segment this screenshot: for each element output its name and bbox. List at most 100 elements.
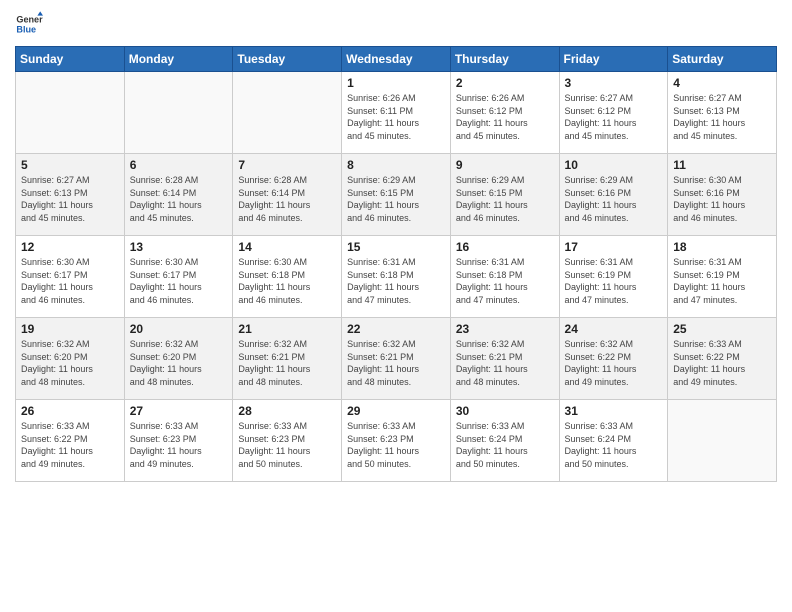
day-info: Sunrise: 6:33 AM Sunset: 6:22 PM Dayligh… — [21, 420, 119, 470]
day-info: Sunrise: 6:28 AM Sunset: 6:14 PM Dayligh… — [238, 174, 336, 224]
calendar-cell: 2 Sunrise: 6:26 AM Sunset: 6:12 PM Daylig… — [450, 72, 559, 154]
page: General Blue SundayMondayTuesdayWednesda… — [0, 0, 792, 612]
calendar-cell: 12 Sunrise: 6:30 AM Sunset: 6:17 PM Dayli… — [16, 236, 125, 318]
weekday-header-saturday: Saturday — [668, 47, 777, 72]
calendar-cell: 20 Sunrise: 6:32 AM Sunset: 6:20 PM Dayli… — [124, 318, 233, 400]
weekday-header-tuesday: Tuesday — [233, 47, 342, 72]
calendar-cell: 5 Sunrise: 6:27 AM Sunset: 6:13 PM Daylig… — [16, 154, 125, 236]
calendar-cell — [233, 72, 342, 154]
day-info: Sunrise: 6:32 AM Sunset: 6:21 PM Dayligh… — [456, 338, 554, 388]
calendar-cell: 9 Sunrise: 6:29 AM Sunset: 6:15 PM Daylig… — [450, 154, 559, 236]
day-number: 26 — [21, 404, 119, 418]
day-number: 17 — [565, 240, 663, 254]
calendar-cell: 26 Sunrise: 6:33 AM Sunset: 6:22 PM Dayli… — [16, 400, 125, 482]
calendar-cell: 30 Sunrise: 6:33 AM Sunset: 6:24 PM Dayli… — [450, 400, 559, 482]
day-number: 9 — [456, 158, 554, 172]
day-info: Sunrise: 6:33 AM Sunset: 6:23 PM Dayligh… — [130, 420, 228, 470]
day-number: 22 — [347, 322, 445, 336]
day-info: Sunrise: 6:33 AM Sunset: 6:24 PM Dayligh… — [565, 420, 663, 470]
day-info: Sunrise: 6:31 AM Sunset: 6:19 PM Dayligh… — [565, 256, 663, 306]
calendar-cell: 18Sunrise: 6:31 AM Sunset: 6:19 PM Dayli… — [668, 236, 777, 318]
day-number: 10 — [565, 158, 663, 172]
weekday-header-thursday: Thursday — [450, 47, 559, 72]
header: General Blue — [15, 10, 777, 38]
calendar-cell — [16, 72, 125, 154]
day-number: 30 — [456, 404, 554, 418]
day-number: 4 — [673, 76, 771, 90]
weekday-header-sunday: Sunday — [16, 47, 125, 72]
day-number: 31 — [565, 404, 663, 418]
day-info: Sunrise: 6:26 AM Sunset: 6:12 PM Dayligh… — [456, 92, 554, 142]
day-info: Sunrise: 6:31 AM Sunset: 6:18 PM Dayligh… — [456, 256, 554, 306]
day-info: Sunrise: 6:30 AM Sunset: 6:17 PM Dayligh… — [21, 256, 119, 306]
day-number: 12 — [21, 240, 119, 254]
day-info: Sunrise: 6:30 AM Sunset: 6:16 PM Dayligh… — [673, 174, 771, 224]
generalblue-logo-icon: General Blue — [15, 10, 43, 38]
day-info: Sunrise: 6:33 AM Sunset: 6:23 PM Dayligh… — [238, 420, 336, 470]
calendar-cell — [668, 400, 777, 482]
calendar-cell: 7Sunrise: 6:28 AM Sunset: 6:14 PM Daylig… — [233, 154, 342, 236]
calendar-cell: 23 Sunrise: 6:32 AM Sunset: 6:21 PM Dayli… — [450, 318, 559, 400]
calendar-table: SundayMondayTuesdayWednesdayThursdayFrid… — [15, 46, 777, 482]
day-number: 3 — [565, 76, 663, 90]
calendar-cell: 21Sunrise: 6:32 AM Sunset: 6:21 PM Dayli… — [233, 318, 342, 400]
day-info: Sunrise: 6:32 AM Sunset: 6:20 PM Dayligh… — [130, 338, 228, 388]
day-number: 2 — [456, 76, 554, 90]
day-number: 8 — [347, 158, 445, 172]
day-info: Sunrise: 6:29 AM Sunset: 6:16 PM Dayligh… — [565, 174, 663, 224]
calendar-cell: 15Sunrise: 6:31 AM Sunset: 6:18 PM Dayli… — [342, 236, 451, 318]
weekday-header-row: SundayMondayTuesdayWednesdayThursdayFrid… — [16, 47, 777, 72]
calendar-cell: 22 Sunrise: 6:32 AM Sunset: 6:21 PM Dayli… — [342, 318, 451, 400]
day-number: 16 — [456, 240, 554, 254]
calendar-cell: 28 Sunrise: 6:33 AM Sunset: 6:23 PM Dayli… — [233, 400, 342, 482]
day-number: 20 — [130, 322, 228, 336]
day-number: 28 — [238, 404, 336, 418]
day-number: 13 — [130, 240, 228, 254]
day-info: Sunrise: 6:33 AM Sunset: 6:22 PM Dayligh… — [673, 338, 771, 388]
day-info: Sunrise: 6:26 AM Sunset: 6:11 PM Dayligh… — [347, 92, 445, 142]
week-row-3: 12 Sunrise: 6:30 AM Sunset: 6:17 PM Dayli… — [16, 236, 777, 318]
week-row-2: 5 Sunrise: 6:27 AM Sunset: 6:13 PM Daylig… — [16, 154, 777, 236]
day-info: Sunrise: 6:32 AM Sunset: 6:22 PM Dayligh… — [565, 338, 663, 388]
day-number: 5 — [21, 158, 119, 172]
day-number: 24 — [565, 322, 663, 336]
day-info: Sunrise: 6:31 AM Sunset: 6:19 PM Dayligh… — [673, 256, 771, 306]
calendar-cell: 10 Sunrise: 6:29 AM Sunset: 6:16 PM Dayli… — [559, 154, 668, 236]
weekday-header-friday: Friday — [559, 47, 668, 72]
calendar-cell: 25 Sunrise: 6:33 AM Sunset: 6:22 PM Dayli… — [668, 318, 777, 400]
day-info: Sunrise: 6:28 AM Sunset: 6:14 PM Dayligh… — [130, 174, 228, 224]
calendar-cell: 24 Sunrise: 6:32 AM Sunset: 6:22 PM Dayli… — [559, 318, 668, 400]
day-number: 23 — [456, 322, 554, 336]
day-info: Sunrise: 6:27 AM Sunset: 6:13 PM Dayligh… — [21, 174, 119, 224]
calendar-cell: 17 Sunrise: 6:31 AM Sunset: 6:19 PM Dayli… — [559, 236, 668, 318]
calendar-cell: 14Sunrise: 6:30 AM Sunset: 6:18 PM Dayli… — [233, 236, 342, 318]
calendar-cell — [124, 72, 233, 154]
weekday-header-monday: Monday — [124, 47, 233, 72]
logo: General Blue — [15, 10, 43, 38]
svg-text:General: General — [16, 15, 43, 25]
day-number: 14 — [238, 240, 336, 254]
calendar-cell: 4 Sunrise: 6:27 AM Sunset: 6:13 PM Daylig… — [668, 72, 777, 154]
day-info: Sunrise: 6:29 AM Sunset: 6:15 PM Dayligh… — [456, 174, 554, 224]
day-info: Sunrise: 6:27 AM Sunset: 6:13 PM Dayligh… — [673, 92, 771, 142]
calendar-cell: 27 Sunrise: 6:33 AM Sunset: 6:23 PM Dayli… — [124, 400, 233, 482]
week-row-1: 1 Sunrise: 6:26 AM Sunset: 6:11 PM Daylig… — [16, 72, 777, 154]
week-row-4: 19 Sunrise: 6:32 AM Sunset: 6:20 PM Dayli… — [16, 318, 777, 400]
day-number: 6 — [130, 158, 228, 172]
svg-text:Blue: Blue — [16, 24, 36, 34]
day-info: Sunrise: 6:32 AM Sunset: 6:21 PM Dayligh… — [347, 338, 445, 388]
day-number: 1 — [347, 76, 445, 90]
week-row-5: 26 Sunrise: 6:33 AM Sunset: 6:22 PM Dayli… — [16, 400, 777, 482]
calendar-cell: 8Sunrise: 6:29 AM Sunset: 6:15 PM Daylig… — [342, 154, 451, 236]
day-number: 15 — [347, 240, 445, 254]
day-info: Sunrise: 6:33 AM Sunset: 6:24 PM Dayligh… — [456, 420, 554, 470]
day-info: Sunrise: 6:30 AM Sunset: 6:17 PM Dayligh… — [130, 256, 228, 306]
calendar-cell: 16 Sunrise: 6:31 AM Sunset: 6:18 PM Dayli… — [450, 236, 559, 318]
day-number: 11 — [673, 158, 771, 172]
weekday-header-wednesday: Wednesday — [342, 47, 451, 72]
day-number: 19 — [21, 322, 119, 336]
day-number: 25 — [673, 322, 771, 336]
calendar-cell: 11 Sunrise: 6:30 AM Sunset: 6:16 PM Dayli… — [668, 154, 777, 236]
day-info: Sunrise: 6:27 AM Sunset: 6:12 PM Dayligh… — [565, 92, 663, 142]
day-number: 27 — [130, 404, 228, 418]
